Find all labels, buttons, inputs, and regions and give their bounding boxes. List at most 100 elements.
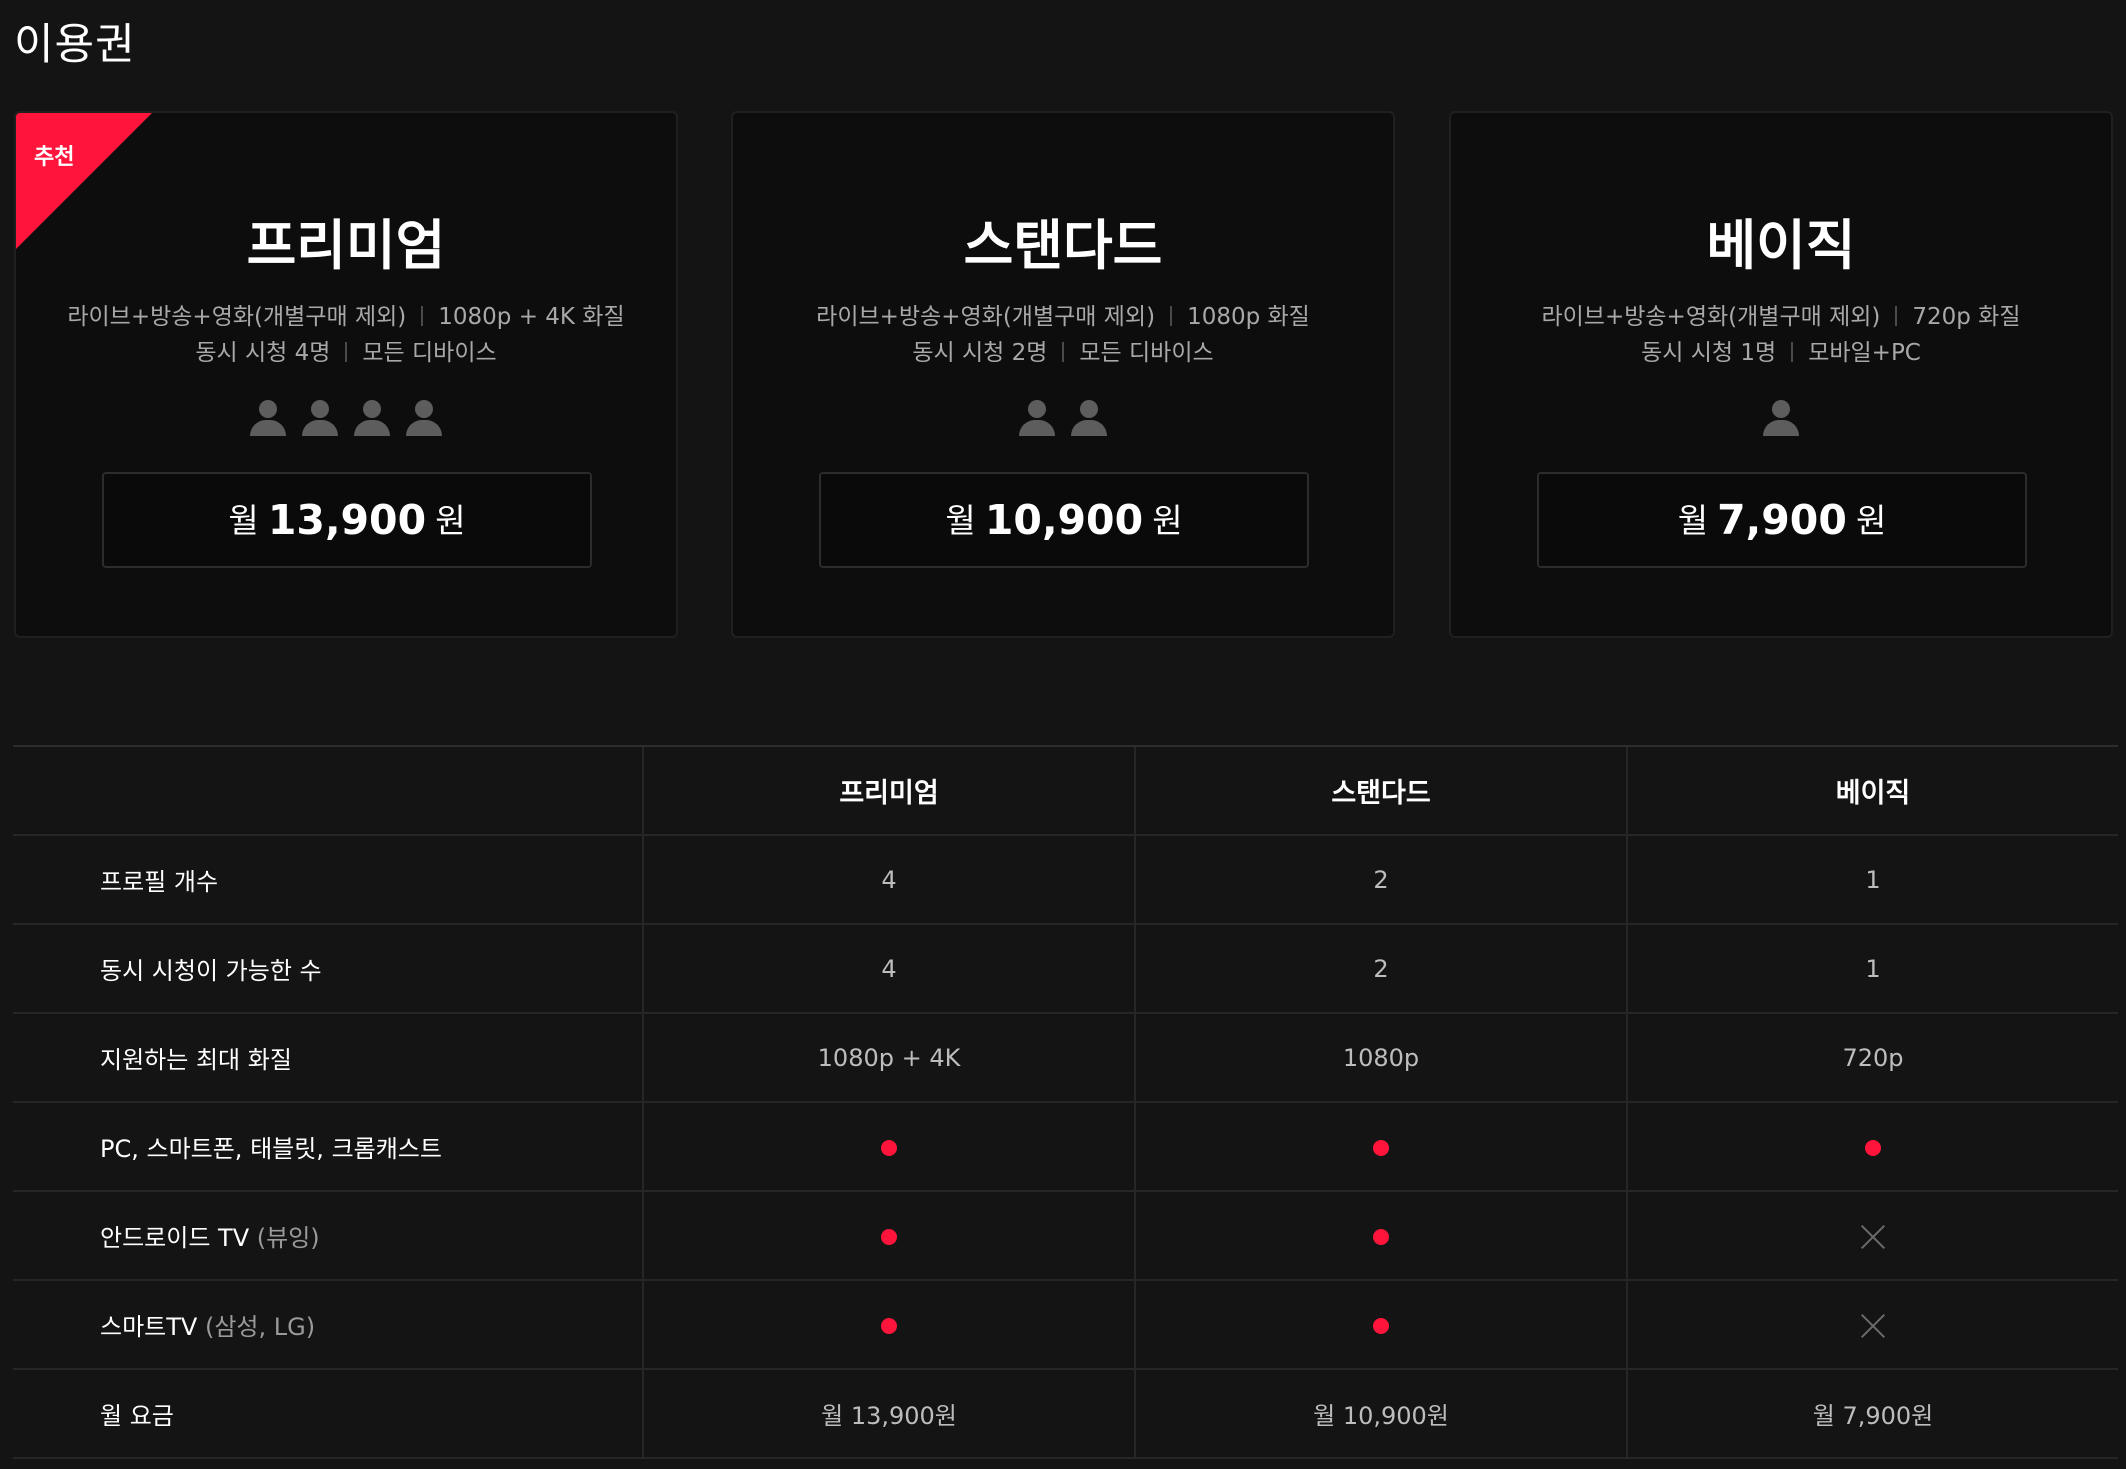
- cell-value: 720p: [1842, 1043, 1904, 1072]
- table-cell: 1080p + 4K: [642, 1013, 1135, 1103]
- plan-features: 라이브+방송+영화(개별구매 제외) 1080p + 4K 화질: [16, 297, 676, 331]
- separator: [1062, 342, 1065, 362]
- cell-value: 4: [881, 865, 897, 894]
- price-suffix: 원: [1152, 501, 1183, 540]
- row-label-text: 스마트TV: [100, 1313, 198, 1341]
- plan-quality: 720p 화질: [1912, 304, 2021, 330]
- price-button[interactable]: 월 10,900 원: [819, 472, 1309, 568]
- cell-value: 월 13,900원: [821, 1402, 957, 1430]
- dot-icon: [881, 1139, 897, 1156]
- table-cell: 4: [642, 924, 1135, 1014]
- table-row: 동시 시청이 가능한 수 4 2 1: [13, 924, 2118, 1014]
- price-button[interactable]: 월 13,900 원: [102, 472, 592, 568]
- dot-icon: [1373, 1139, 1389, 1156]
- plan-features-2: 동시 시청 2명 모든 디바이스: [733, 333, 1393, 367]
- cell-value: 1: [1865, 865, 1881, 894]
- row-label: 프로필 개수: [13, 835, 643, 925]
- table-cell: 4: [642, 835, 1135, 925]
- table-cell: [1626, 1191, 2118, 1281]
- user-icon-head: [1080, 400, 1098, 418]
- row-label-text: PC, 스마트폰, 태블릿, 크롬캐스트: [100, 1135, 442, 1163]
- table-header-standard: 스탠다드: [1134, 745, 1627, 836]
- table-cell: 월 10,900원: [1134, 1369, 1627, 1459]
- dot-icon: [1373, 1228, 1389, 1245]
- plan-content: 라이브+방송+영화(개별구매 제외): [1541, 304, 1881, 330]
- row-label-sub: (삼성, LG): [204, 1313, 316, 1341]
- table-cell: 1: [1626, 835, 2118, 925]
- cell-value: 2: [1373, 954, 1389, 983]
- table-header-row: 프리미엄 스탠다드 베이직: [13, 745, 2118, 836]
- page-title: 이용권: [14, 20, 136, 70]
- user-icon-head: [311, 400, 329, 418]
- plan-quality: 1080p 화질: [1187, 304, 1310, 330]
- plan-content: 라이브+방송+영화(개별구매 제외): [816, 304, 1156, 330]
- table-cell: 2: [1134, 835, 1627, 925]
- separator: [1170, 306, 1173, 326]
- price-prefix: 월: [1677, 501, 1709, 540]
- table-cell: [1626, 1280, 2118, 1370]
- user-icon-head: [415, 400, 433, 418]
- table-cell: 720p: [1626, 1013, 2118, 1103]
- price-button[interactable]: 월 7,900 원: [1537, 472, 2027, 568]
- table-body: 프로필 개수 4 2 1 동시 시청이 가능한 수 4 2 1 지원하는 최대 화질 1080p …: [13, 835, 2118, 1459]
- price-suffix: 원: [1855, 501, 1887, 540]
- user-icon-head: [1028, 400, 1046, 418]
- table-cell: [1134, 1191, 1627, 1281]
- cell-value: 월 7,900원: [1812, 1402, 1934, 1430]
- plan-streams: 동시 시청 2명: [912, 340, 1048, 366]
- table-row: 스마트TV (삼성, LG): [13, 1280, 2118, 1370]
- row-label-text: 동시 시청이 가능한 수: [100, 957, 322, 985]
- user-icon-body: [354, 420, 390, 436]
- separator: [1791, 342, 1794, 362]
- row-label: 동시 시청이 가능한 수: [13, 924, 643, 1014]
- cell-value: 1080p + 4K: [817, 1043, 961, 1072]
- table-cell: [642, 1191, 1135, 1281]
- table-row: 월 요금 월 13,900원 월 10,900원 월 7,900원: [13, 1369, 2118, 1459]
- page: 이용권 추천 프리미엄 라이브+방송+영화(개별구매 제외) 1080p + 4K…: [0, 0, 2126, 1469]
- recommended-badge-text: 추천: [34, 145, 75, 170]
- plan-quality: 1080p + 4K 화질: [438, 304, 625, 330]
- row-label-sub: (뷰잉): [256, 1224, 320, 1252]
- row-label-text: 안드로이드 TV: [100, 1224, 250, 1252]
- row-label: 스마트TV (삼성, LG): [13, 1280, 643, 1370]
- user-icon-head: [259, 400, 277, 418]
- plan-devices: 모든 디바이스: [362, 340, 497, 366]
- dot-icon: [1865, 1139, 1881, 1156]
- user-icon-body: [1019, 420, 1055, 436]
- plan-features-2: 동시 시청 4명 모든 디바이스: [16, 333, 676, 367]
- user-icon: [405, 400, 443, 436]
- table-cell: [1134, 1280, 1627, 1370]
- table-row: 프로필 개수 4 2 1: [13, 835, 2118, 925]
- dot-icon: [881, 1317, 897, 1334]
- table-cell: 1080p: [1134, 1013, 1627, 1103]
- price-amount: 7,900: [1717, 496, 1847, 544]
- price-suffix: 원: [435, 501, 466, 540]
- user-icon: [1018, 400, 1056, 436]
- table-cell: [1134, 1102, 1627, 1192]
- user-icon-body: [406, 420, 442, 436]
- user-icon-body: [250, 420, 286, 436]
- plan-card-standard[interactable]: 스탠다드 라이브+방송+영화(개별구매 제외) 1080p 화질 동시 시청 2명…: [731, 111, 1395, 638]
- table-cell: 월 7,900원: [1626, 1369, 2118, 1459]
- table-cell: 1: [1626, 924, 2118, 1014]
- comparison-table: 프리미엄 스탠다드 베이직 프로필 개수 4 2 1 동시 시청이 가능한 수 4 2 1 지원…: [13, 745, 2118, 1459]
- row-label: 월 요금: [13, 1369, 643, 1459]
- plan-name: 프리미엄: [246, 214, 446, 277]
- row-label-text: 지원하는 최대 화질: [100, 1046, 292, 1074]
- user-icons: [16, 400, 676, 436]
- row-label-text: 프로필 개수: [100, 868, 219, 896]
- plan-features: 라이브+방송+영화(개별구매 제외) 720p 화질: [1451, 297, 2111, 331]
- table-cell: 2: [1134, 924, 1627, 1014]
- cell-value: 월 10,900원: [1313, 1402, 1449, 1430]
- price-amount: 10,900: [984, 496, 1144, 544]
- plan-card-basic[interactable]: 베이직 라이브+방송+영화(개별구매 제외) 720p 화질 동시 시청 1명 모바…: [1449, 111, 2113, 638]
- user-icon: [249, 400, 287, 436]
- table-cell: [1626, 1102, 2118, 1192]
- dot-icon: [1373, 1317, 1389, 1334]
- row-label: 지원하는 최대 화질: [13, 1013, 643, 1103]
- price-prefix: 월: [228, 501, 259, 540]
- plan-devices: 모바일+PC: [1808, 340, 1921, 366]
- user-icon: [1762, 400, 1800, 436]
- plan-card-premium[interactable]: 추천 프리미엄 라이브+방송+영화(개별구매 제외) 1080p + 4K 화질 …: [14, 111, 678, 638]
- plan-name: 베이직: [1706, 214, 1856, 277]
